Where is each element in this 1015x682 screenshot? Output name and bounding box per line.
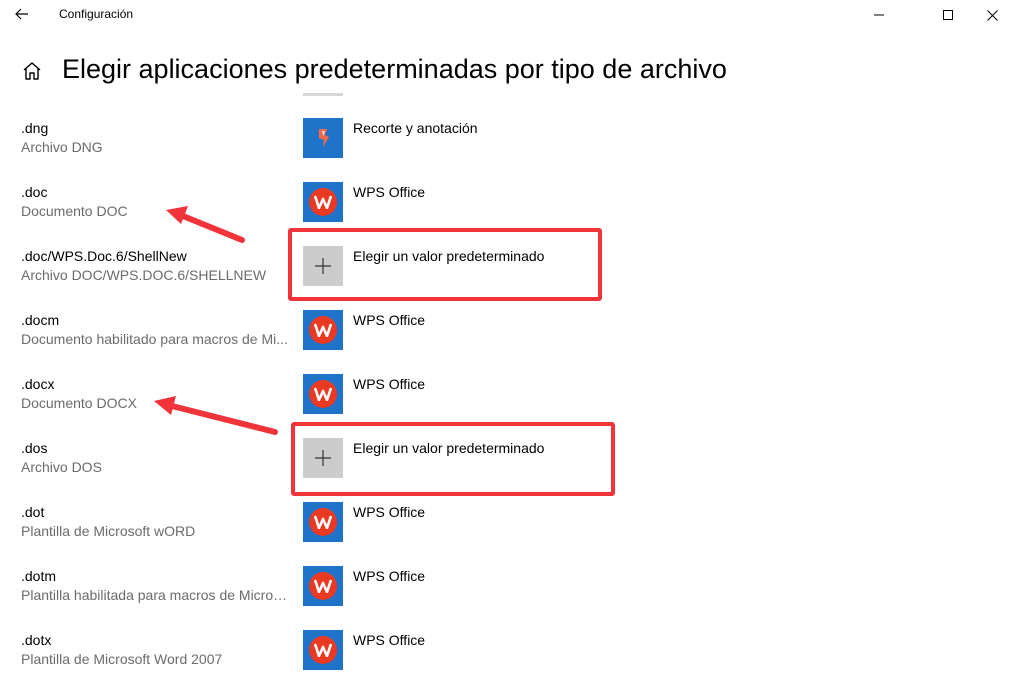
file-extension: .dotm xyxy=(21,568,57,584)
app-name: WPS Office xyxy=(353,376,426,392)
list-item: .dotx Plantilla de Microsoft Word 2007 W… xyxy=(0,616,1015,680)
file-extension: .dos xyxy=(21,440,48,456)
file-extension: .docm xyxy=(21,312,60,328)
back-arrow-icon xyxy=(15,8,28,20)
file-extension: .dng xyxy=(21,120,49,136)
snip-sketch-icon xyxy=(303,118,343,158)
highlight-box xyxy=(291,422,615,496)
previous-item-edge xyxy=(303,93,343,96)
list-item: .dng Archivo DNG Recorte y anotación xyxy=(0,104,1015,168)
wps-office-icon xyxy=(303,182,343,222)
file-type-description: Archivo DOC/WPS.DOC.6/SHELLNEW xyxy=(21,267,267,283)
default-app-button[interactable]: WPS Office xyxy=(303,566,603,610)
minimize-icon xyxy=(874,14,884,16)
close-button[interactable] xyxy=(969,0,1015,30)
file-type-description: Documento habilitado para macros de Mi..… xyxy=(21,331,288,347)
file-type-description: Plantilla de Microsoft Word 2007 xyxy=(21,651,223,667)
file-type-description: Plantilla habilitada para macros de Micr… xyxy=(21,587,289,603)
back-button[interactable] xyxy=(8,2,36,26)
app-name: WPS Office xyxy=(353,312,426,328)
file-extension: .doc/WPS.Doc.6/ShellNew xyxy=(21,248,187,264)
maximize-icon xyxy=(943,10,953,20)
app-name: Recorte y anotación xyxy=(353,120,478,136)
minimize-button[interactable] xyxy=(856,0,902,30)
home-button[interactable] xyxy=(20,59,44,83)
file-extension: .dotx xyxy=(21,632,52,648)
page-header: Elegir aplicaciones predeterminadas por … xyxy=(0,50,1015,94)
page-title: Elegir aplicaciones predeterminadas por … xyxy=(62,54,727,84)
wps-office-icon xyxy=(303,502,343,542)
file-type-description: Documento DOC xyxy=(21,203,128,219)
list-item: .docm Documento habilitado para macros d… xyxy=(0,296,1015,360)
close-icon xyxy=(986,9,998,21)
file-extension: .dot xyxy=(21,504,45,520)
file-extension: .docx xyxy=(21,376,55,392)
list-item: .dotm Plantilla habilitada para macros d… xyxy=(0,552,1015,616)
list-item: .dot Plantilla de Microsoft wORD WPS Off… xyxy=(0,488,1015,552)
file-type-description: Archivo DOS xyxy=(21,459,102,475)
app-name: WPS Office xyxy=(353,568,426,584)
default-app-button[interactable]: Recorte y anotación xyxy=(303,118,603,162)
file-extension: .doc xyxy=(21,184,48,200)
default-app-button[interactable]: WPS Office xyxy=(303,630,603,674)
wps-office-icon xyxy=(303,374,343,414)
list-item: .docx Documento DOCX WPS Office xyxy=(0,360,1015,424)
title-bar: Configuración xyxy=(0,0,1015,30)
app-name: WPS Office xyxy=(353,184,426,200)
default-app-button[interactable]: WPS Office xyxy=(303,310,603,354)
wps-office-icon xyxy=(303,310,343,350)
file-type-description: Documento DOCX xyxy=(21,395,137,411)
home-icon xyxy=(23,62,41,80)
file-type-description: Plantilla de Microsoft wORD xyxy=(21,523,196,539)
wps-office-icon xyxy=(303,566,343,606)
default-app-button[interactable]: WPS Office xyxy=(303,502,603,546)
list-item: .doc Documento DOC WPS Office xyxy=(0,168,1015,232)
window-title: Configuración xyxy=(59,7,134,21)
default-app-button[interactable]: WPS Office xyxy=(303,374,603,418)
wps-office-icon xyxy=(303,630,343,670)
file-type-description: Archivo DNG xyxy=(21,139,103,155)
maximize-button[interactable] xyxy=(925,0,971,30)
app-name: WPS Office xyxy=(353,632,426,648)
highlight-box xyxy=(288,228,602,301)
default-app-button[interactable]: WPS Office xyxy=(303,182,603,226)
app-name: WPS Office xyxy=(353,504,426,520)
